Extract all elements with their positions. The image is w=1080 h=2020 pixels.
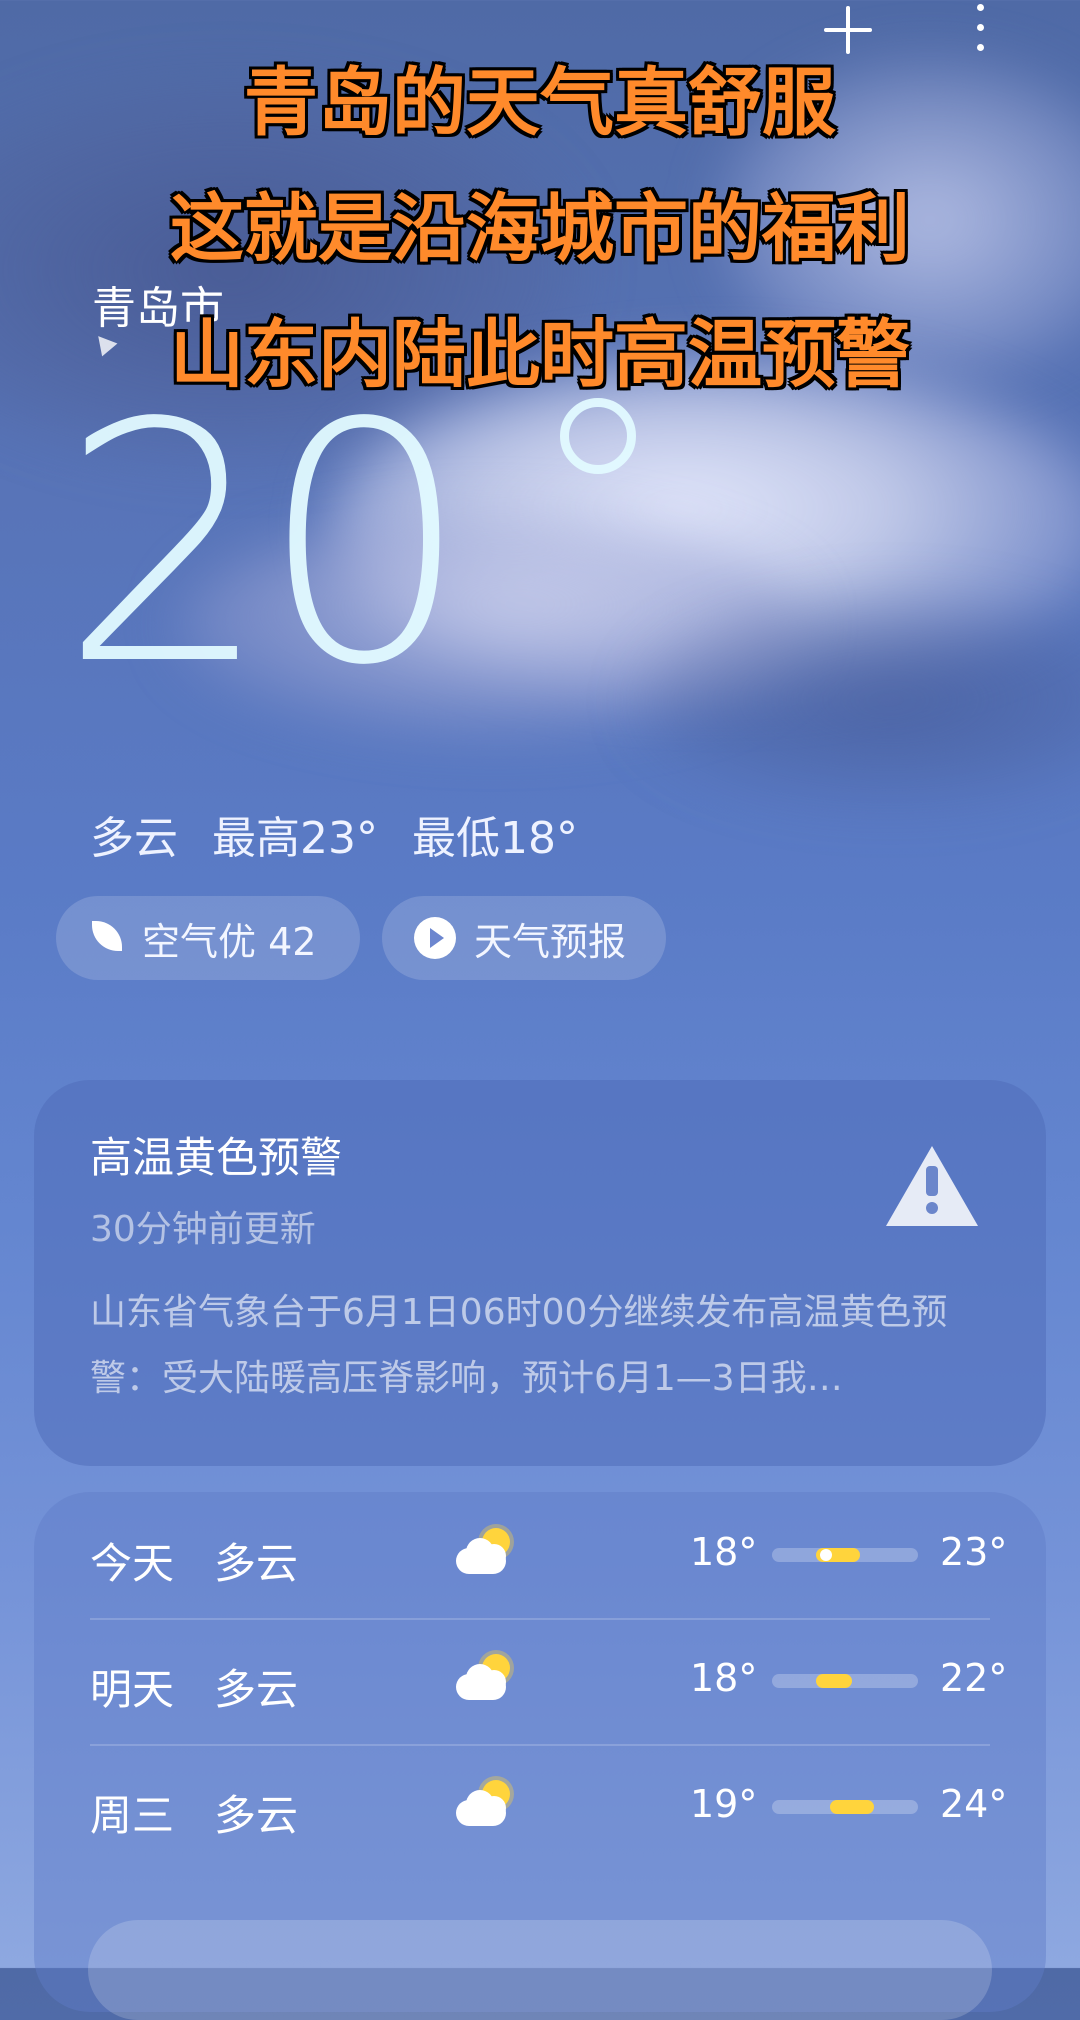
more-days-button[interactable] bbox=[88, 1920, 992, 2020]
forecast-row[interactable]: 今天 多云 18° 23° bbox=[90, 1492, 1007, 1618]
air-quality-chip[interactable]: 空气优 42 bbox=[56, 896, 360, 980]
forecast-condition: 多云 bbox=[214, 1665, 299, 1714]
forecast-high: 22° bbox=[940, 1656, 1008, 1700]
alert-description: 山东省气象台于6月1日06时00分继续发布高温黄色预警：受大陆暖高压脊影响，预计… bbox=[90, 1292, 948, 1399]
more-options-icon[interactable] bbox=[972, 0, 988, 60]
condition-summary: 多云 最高23° 最低18° bbox=[90, 802, 612, 866]
play-icon bbox=[414, 917, 456, 959]
temperature-range-bar bbox=[772, 1674, 918, 1688]
forecast-low: 18° bbox=[690, 1530, 758, 1574]
partly-cloudy-icon bbox=[456, 1526, 520, 1582]
high-temperature-alert-card[interactable]: 高温黄色预警 30分钟前更新 山东省气象台于6月1日06时00分继续发布高温黄色… bbox=[34, 1080, 1046, 1466]
overlay-caption-line-2: 这就是沿海城市的福利 bbox=[170, 186, 910, 272]
current-temperature: 20 bbox=[60, 353, 470, 737]
degree-symbol bbox=[560, 398, 636, 474]
forecast-day: 今天 bbox=[90, 1539, 175, 1588]
alert-title: 高温黄色预警 bbox=[90, 1133, 343, 1182]
weather-forecast-label: 天气预报 bbox=[474, 919, 627, 964]
overlay-caption-line-3: 山东内陆此时高温预警 bbox=[170, 312, 910, 398]
leaf-icon bbox=[90, 921, 124, 955]
warning-triangle-icon bbox=[886, 1146, 978, 1226]
forecast-condition: 多云 bbox=[214, 1791, 299, 1840]
forecast-high: 24° bbox=[940, 1782, 1008, 1826]
temperature-range-bar bbox=[772, 1800, 918, 1814]
air-quality-label: 空气优 42 bbox=[142, 919, 317, 964]
forecast-row[interactable]: 明天 多云 18° 22° bbox=[90, 1618, 1007, 1744]
forecast-row[interactable]: 周三 多云 19° 24° bbox=[90, 1744, 1007, 1870]
alert-updated-time: 30分钟前更新 bbox=[90, 1209, 316, 1250]
overlay-caption-line-1: 青岛的天气真舒服 bbox=[244, 60, 836, 146]
forecast-condition: 多云 bbox=[214, 1539, 299, 1588]
forecast-day: 周三 bbox=[90, 1791, 175, 1840]
partly-cloudy-icon bbox=[456, 1778, 520, 1834]
current-condition: 多云 bbox=[90, 813, 178, 864]
temperature-range-bar bbox=[772, 1548, 918, 1562]
forecast-low: 18° bbox=[690, 1656, 758, 1700]
forecast-high: 23° bbox=[940, 1530, 1008, 1574]
partly-cloudy-icon bbox=[456, 1652, 520, 1708]
high-temperature: 最高23° bbox=[212, 813, 378, 864]
forecast-day: 明天 bbox=[90, 1665, 175, 1714]
add-city-icon[interactable] bbox=[818, 2, 878, 62]
low-temperature: 最低18° bbox=[412, 813, 578, 864]
forecast-low: 19° bbox=[690, 1782, 758, 1826]
weather-forecast-chip[interactable]: 天气预报 bbox=[382, 896, 666, 980]
